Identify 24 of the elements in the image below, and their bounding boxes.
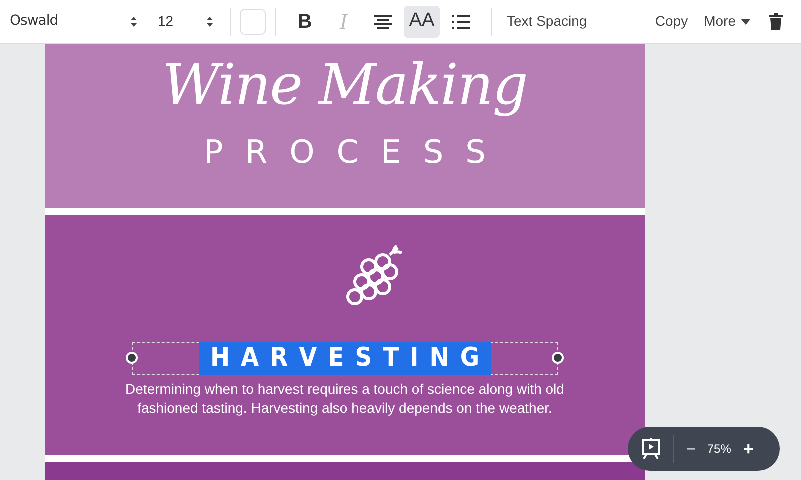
case-button[interactable]: AA xyxy=(404,6,440,38)
text-spacing-button[interactable]: Text Spacing xyxy=(507,11,588,32)
stepper-icon[interactable] xyxy=(206,16,214,28)
stepper-icon[interactable] xyxy=(130,16,138,28)
font-size-select[interactable]: 12 xyxy=(158,6,214,36)
more-button[interactable]: More xyxy=(704,11,751,32)
zoom-out-button[interactable]: – xyxy=(687,438,696,460)
caret-icon xyxy=(741,18,751,24)
list-icon xyxy=(452,14,470,28)
resize-handle[interactable] xyxy=(126,352,138,364)
copy-button[interactable]: Copy xyxy=(655,11,688,32)
body-text: Determining when to harvest requires a touch of science along with old fashioned tasting. Harvesting also heavily depends on the weather. xyxy=(125,380,565,418)
presentation-icon[interactable] xyxy=(641,438,661,460)
zoom-in-button[interactable]: + xyxy=(743,436,754,462)
trash-icon[interactable] xyxy=(769,13,783,30)
bold-button[interactable]: B xyxy=(287,6,323,38)
resize-handle[interactable] xyxy=(552,352,564,364)
zoom-level-text: 75% xyxy=(707,441,732,458)
heading-text[interactable]: HARVESTING xyxy=(199,342,491,375)
color-swatch[interactable] xyxy=(240,8,266,34)
title-text: Wine Making xyxy=(162,52,528,120)
align-center-icon xyxy=(374,14,392,28)
font-select[interactable]: Oswald xyxy=(10,6,138,36)
subtitle-text: PROCESS xyxy=(203,132,508,173)
